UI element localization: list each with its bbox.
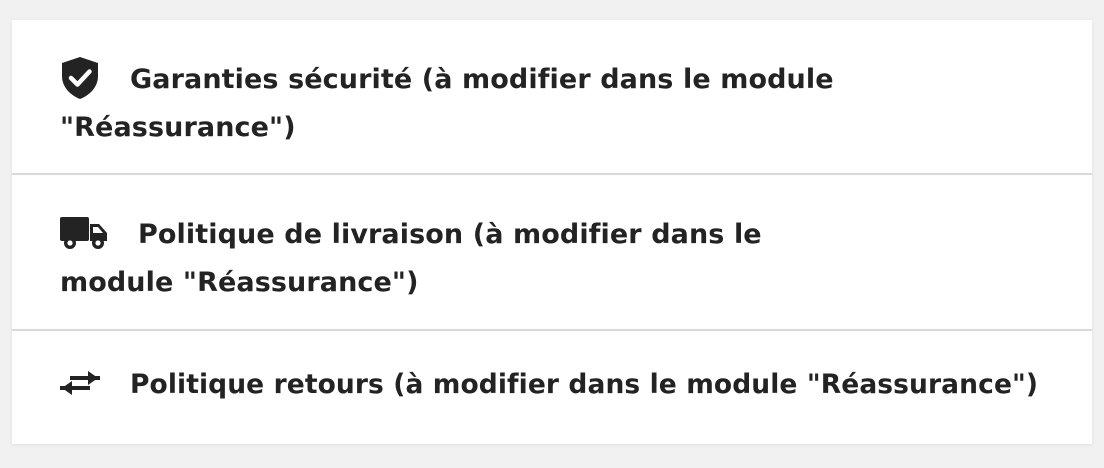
shield-check-icon xyxy=(60,56,100,100)
reassurance-item-security: Garanties sécurité (à modifier dans le m… xyxy=(12,20,1092,175)
reassurance-item-text: Politique retours (à modifier dans le mo… xyxy=(60,361,1070,409)
truck-icon xyxy=(60,216,108,250)
reassurance-label-returns: Politique retours (à modifier dans le mo… xyxy=(130,369,1039,400)
reassurance-label-delivery: Politique de livraison (à modifier dans … xyxy=(60,219,762,298)
reassurance-item-delivery: Politique de livraison (à modifier dans … xyxy=(12,175,1092,331)
reassurance-block: Garanties sécurité (à modifier dans le m… xyxy=(12,20,1092,444)
reassurance-item-text: Garanties sécurité (à modifier dans le m… xyxy=(60,56,880,152)
reassurance-item-returns: Politique retours (à modifier dans le mo… xyxy=(12,331,1092,444)
reassurance-item-text: Politique de livraison (à modifier dans … xyxy=(60,211,880,307)
reassurance-label-security: Garanties sécurité (à modifier dans le m… xyxy=(60,64,834,143)
swap-arrows-icon xyxy=(60,368,100,398)
